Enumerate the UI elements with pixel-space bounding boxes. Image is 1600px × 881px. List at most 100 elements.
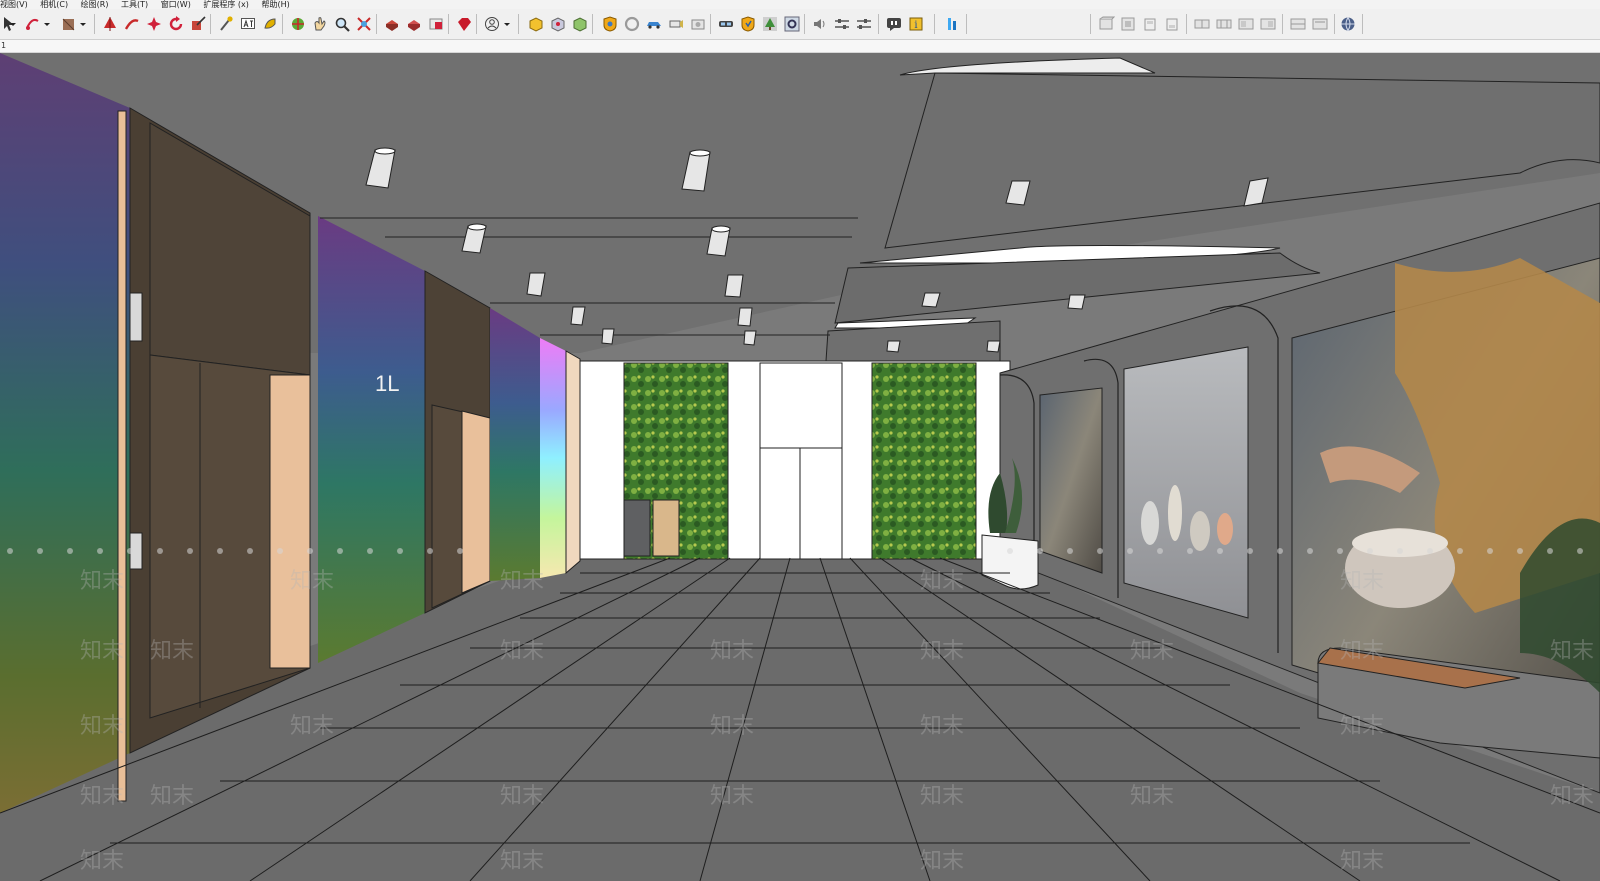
render-icon[interactable] xyxy=(600,14,620,34)
dropdown-icon[interactable] xyxy=(502,14,512,34)
view-left-icon[interactable] xyxy=(1214,14,1234,34)
globe-icon[interactable] xyxy=(1338,14,1358,34)
svg-text:i: i xyxy=(914,20,917,31)
text-icon[interactable] xyxy=(238,14,258,34)
glasses-icon[interactable] xyxy=(716,14,736,34)
svg-text:知末: 知末 xyxy=(1340,714,1384,739)
view-back-icon[interactable] xyxy=(1192,14,1212,34)
rotate-icon[interactable] xyxy=(144,14,164,34)
svg-text:知末: 知末 xyxy=(80,714,124,739)
chat-icon[interactable] xyxy=(884,14,904,34)
toolbar-separator xyxy=(878,14,879,34)
svg-text:知末: 知末 xyxy=(1340,849,1384,874)
toolbar-separator xyxy=(518,14,519,34)
main-toolbar: i xyxy=(0,9,1600,40)
toolbar-separator xyxy=(282,14,283,34)
rainbow-wall-panel xyxy=(490,308,540,581)
svg-text:知末: 知末 xyxy=(80,569,124,594)
gear-icon[interactable] xyxy=(782,14,802,34)
view-right-icon[interactable] xyxy=(1162,14,1182,34)
svg-text:知末: 知末 xyxy=(1340,639,1384,664)
svg-text:知末: 知末 xyxy=(80,639,124,664)
component-icon[interactable] xyxy=(526,14,546,34)
scale-icon[interactable] xyxy=(166,14,186,34)
svg-text:知末: 知末 xyxy=(150,784,194,809)
follow-me-icon[interactable] xyxy=(188,14,208,34)
refresh-render-icon[interactable] xyxy=(622,14,642,34)
scene-tab[interactable]: 1 xyxy=(1,41,6,50)
svg-text:知末: 知末 xyxy=(500,849,544,874)
settings-sliders-icon[interactable] xyxy=(832,14,852,34)
speaker-icon[interactable] xyxy=(810,14,830,34)
dropdown-icon[interactable] xyxy=(78,14,88,34)
tree-icon[interactable] xyxy=(760,14,780,34)
extension-warehouse-icon[interactable] xyxy=(404,14,424,34)
menu-item-view[interactable]: 视图(V) xyxy=(0,0,28,9)
call-button-panel[interactable] xyxy=(129,292,143,342)
rainbow-wall-panel xyxy=(0,53,130,813)
vase-photo xyxy=(1123,346,1249,619)
view-front-icon[interactable] xyxy=(1140,14,1160,34)
layout-b-icon[interactable] xyxy=(1310,14,1330,34)
settings-sliders-icon[interactable] xyxy=(854,14,874,34)
spotlight-icon xyxy=(743,330,757,346)
zoom-icon[interactable] xyxy=(332,14,352,34)
warehouse-icon[interactable] xyxy=(382,14,402,34)
model-viewport[interactable]: 1L 知末 知末 知末 知末 知末 知末 知末 知末 知末 知末 知末 知末 知… xyxy=(0,53,1600,881)
svg-text:知末: 知末 xyxy=(710,639,754,664)
shield-icon[interactable] xyxy=(738,14,758,34)
user-icon[interactable] xyxy=(482,14,502,34)
material-icon[interactable] xyxy=(570,14,590,34)
orbit-icon[interactable] xyxy=(288,14,308,34)
rainbow-light-strip xyxy=(540,338,566,578)
layout-icon[interactable] xyxy=(426,14,446,34)
pottery-photo xyxy=(1039,387,1103,574)
svg-text:知末: 知末 xyxy=(1550,784,1594,809)
toolbar-separator xyxy=(804,14,805,34)
eraser-icon[interactable] xyxy=(22,14,42,34)
tape-measure-icon[interactable] xyxy=(216,14,236,34)
svg-text:知末: 知末 xyxy=(80,849,124,874)
svg-text:知末: 知末 xyxy=(920,784,964,809)
wood-jamb xyxy=(461,410,491,594)
menu-item-help[interactable]: 帮助(H) xyxy=(261,0,289,9)
spotlight-icon xyxy=(570,306,586,326)
menu-item-window[interactable]: 窗口(W) xyxy=(161,0,191,9)
view-iso-icon[interactable] xyxy=(1096,14,1116,34)
menu-item-camera[interactable]: 相机(C) xyxy=(40,0,68,9)
wood-trim xyxy=(565,350,581,575)
svg-text:知末: 知末 xyxy=(1340,569,1384,594)
camera-path-icon[interactable] xyxy=(666,14,686,34)
ruby-icon[interactable] xyxy=(454,14,474,34)
svg-text:知末: 知末 xyxy=(500,784,544,809)
move-icon[interactable] xyxy=(122,14,142,34)
car-icon[interactable] xyxy=(644,14,664,34)
menu-item-tools[interactable]: 工具(T) xyxy=(121,0,148,9)
paint-icon[interactable] xyxy=(260,14,280,34)
toolbar-separator xyxy=(1090,14,1091,34)
scene-tab-strip: 1 xyxy=(0,40,1600,53)
wood-trim xyxy=(117,110,127,802)
toolbar-separator xyxy=(1334,14,1335,34)
push-pull-icon[interactable] xyxy=(100,14,120,34)
zoom-extents-icon[interactable] xyxy=(354,14,374,34)
toolbar-separator xyxy=(476,14,477,34)
paint-bucket-icon[interactable] xyxy=(58,14,78,34)
style-icon[interactable] xyxy=(548,14,568,34)
dropdown-icon[interactable] xyxy=(42,14,52,34)
section-icon[interactable] xyxy=(1236,14,1256,34)
menu-item-extensions[interactable]: 扩展程序 (x) xyxy=(203,0,249,9)
menu-item-draw[interactable]: 绘图(R) xyxy=(81,0,109,9)
layout-a-icon[interactable] xyxy=(1288,14,1308,34)
camera-icon[interactable] xyxy=(688,14,708,34)
toolbar-separator xyxy=(1186,14,1187,34)
dropdown-icon[interactable] xyxy=(8,14,18,34)
toolbar-separator xyxy=(934,14,935,34)
section-fill-icon[interactable] xyxy=(1258,14,1278,34)
toolbar-separator xyxy=(966,14,967,34)
view-top-icon[interactable] xyxy=(1118,14,1138,34)
plugin-icon[interactable] xyxy=(942,14,962,34)
pan-icon[interactable] xyxy=(310,14,330,34)
svg-text:知末: 知末 xyxy=(1550,639,1594,664)
info-icon[interactable]: i xyxy=(906,14,926,34)
